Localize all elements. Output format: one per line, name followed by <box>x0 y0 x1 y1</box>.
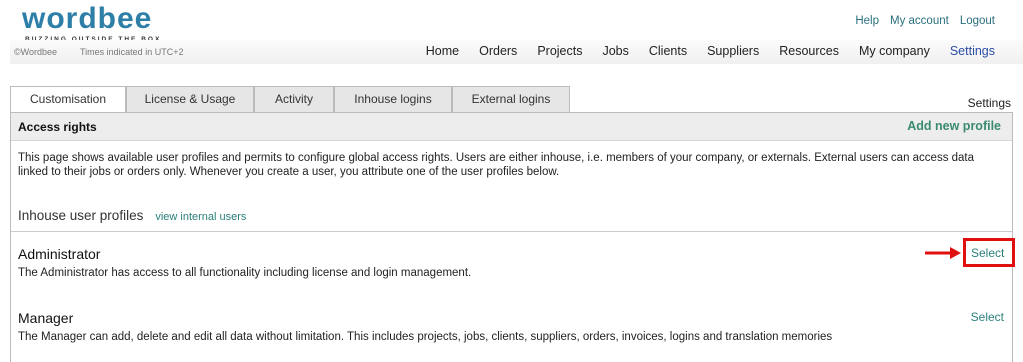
nav-jobs[interactable]: Jobs <box>602 44 628 58</box>
add-new-profile-link[interactable]: Add new profile <box>907 119 1001 133</box>
select-administrator-link[interactable]: Select <box>971 246 1004 260</box>
arrow-right-icon <box>925 247 961 259</box>
tab-license-usage[interactable]: License & Usage <box>126 86 254 112</box>
nav-orders[interactable]: Orders <box>479 44 517 58</box>
logout-link[interactable]: Logout <box>960 15 995 27</box>
section-title: Inhouse user profiles <box>18 208 144 223</box>
section-divider <box>11 231 1012 232</box>
tab-activity[interactable]: Activity <box>254 86 334 112</box>
profile-name: Manager <box>18 310 74 326</box>
tab-external-logins[interactable]: External logins <box>452 86 570 112</box>
page-label: Settings <box>967 96 1011 110</box>
timezone-note: Times indicated in UTC+2 <box>80 47 184 57</box>
nav-home[interactable]: Home <box>426 44 459 58</box>
tab-inhouse-logins[interactable]: Inhouse logins <box>334 86 452 112</box>
tab-customisation[interactable]: Customisation <box>10 86 126 113</box>
section-header: Inhouse user profiles view internal user… <box>18 208 246 223</box>
profile-description: The Manager can add, delete and edit all… <box>18 331 833 343</box>
wordbee-logo[interactable]: wordbee BUZZING OUTSIDE THE BOX <box>22 2 172 43</box>
nav-projects[interactable]: Projects <box>537 44 582 58</box>
nav-resources[interactable]: Resources <box>779 44 839 58</box>
settings-tabs: Customisation License & Usage Activity I… <box>10 86 570 113</box>
panel-header: Access rights Add new profile <box>11 113 1012 141</box>
nav-clients[interactable]: Clients <box>649 44 687 58</box>
profile-row-administrator: Administrator The Administrator has acce… <box>11 246 1012 306</box>
main-nav: Home Orders Projects Jobs Clients Suppli… <box>426 44 995 58</box>
logo-wordmark: wordbee <box>22 2 153 35</box>
my-account-link[interactable]: My account <box>890 15 949 27</box>
profile-row-manager: Manager The Manager can add, delete and … <box>11 310 1012 362</box>
panel-description: This page shows available user profiles … <box>18 152 975 178</box>
help-link[interactable]: Help <box>855 15 879 27</box>
nav-suppliers[interactable]: Suppliers <box>707 44 759 58</box>
profile-description: The Administrator has access to all func… <box>18 267 472 279</box>
nav-settings[interactable]: Settings <box>950 44 995 58</box>
panel-title: Access rights <box>18 120 97 134</box>
view-internal-users-link[interactable]: view internal users <box>155 211 246 223</box>
access-rights-panel: Access rights Add new profile This page … <box>10 112 1013 362</box>
copyright-text: ©Wordbee <box>14 47 57 57</box>
top-links: Help My account Logout <box>855 15 995 27</box>
header: wordbee BUZZING OUTSIDE THE BOX ©Wordbee… <box>0 0 1023 64</box>
select-manager-link[interactable]: Select <box>971 310 1004 324</box>
nav-my-company[interactable]: My company <box>859 44 930 58</box>
profile-name: Administrator <box>18 246 101 262</box>
